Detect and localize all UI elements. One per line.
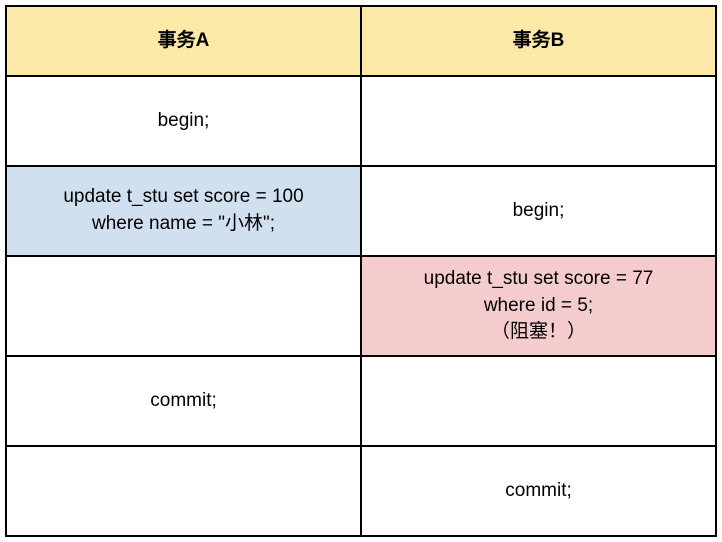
header-row: 事务A 事务B [6, 6, 716, 76]
cell-a-3: commit; [6, 356, 361, 446]
table-row: commit; [6, 356, 716, 446]
header-transaction-b: 事务B [361, 6, 716, 76]
cell-b-0 [361, 76, 716, 166]
cell-a-2 [6, 256, 361, 356]
table-row: update t_stu set score = 100where name =… [6, 166, 716, 256]
transaction-diagram-table: 事务A 事务B begin; update t_stu set score = … [5, 5, 717, 537]
cell-a-4 [6, 446, 361, 536]
cell-a-1: update t_stu set score = 100where name =… [6, 166, 361, 256]
update-statement-a: update t_stu set score = 100where name =… [63, 186, 303, 234]
update-statement-b-blocked: update t_stu set score = 77where id = 5;… [424, 268, 654, 342]
table-row: commit; [6, 446, 716, 536]
cell-b-4: commit; [361, 446, 716, 536]
table-row: begin; [6, 76, 716, 166]
cell-b-1: begin; [361, 166, 716, 256]
cell-a-0: begin; [6, 76, 361, 166]
header-transaction-a: 事务A [6, 6, 361, 76]
table-row: update t_stu set score = 77where id = 5;… [6, 256, 716, 356]
cell-b-2: update t_stu set score = 77where id = 5;… [361, 256, 716, 356]
cell-b-3 [361, 356, 716, 446]
